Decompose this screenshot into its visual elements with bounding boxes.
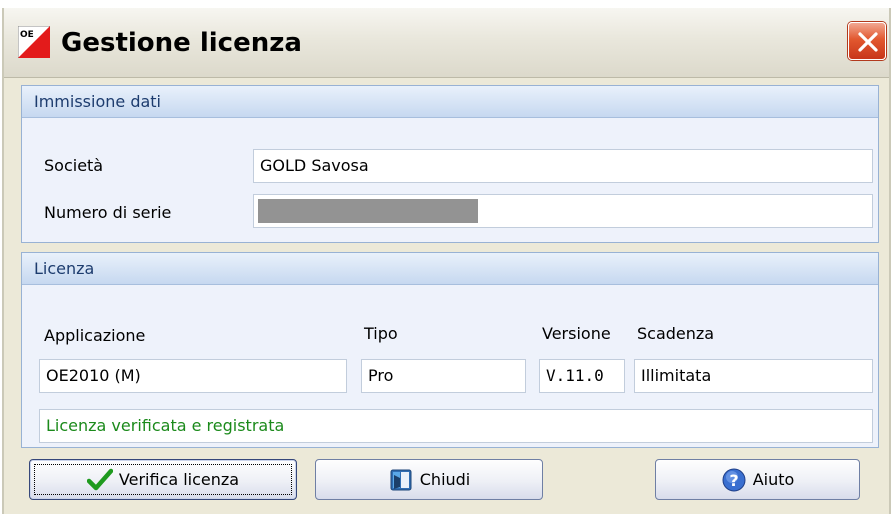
data-entry-group: Immissione dati Società GOLD Savosa Nume…: [21, 85, 879, 243]
company-label: Società: [44, 156, 104, 175]
close-icon: [858, 32, 878, 52]
type-label: Tipo: [364, 324, 398, 343]
help-button-label: Aiuto: [752, 470, 795, 489]
expiry-field: Illimitata: [634, 359, 873, 393]
exit-door-icon: [390, 469, 412, 490]
company-field[interactable]: GOLD Savosa: [253, 149, 873, 183]
oe-logo-icon: OE: [18, 26, 50, 58]
version-label: Versione: [542, 324, 611, 343]
help-icon: ?: [722, 468, 746, 491]
expiry-label: Scadenza: [637, 324, 715, 343]
close-button[interactable]: Chiudi: [315, 459, 543, 500]
verify-license-button[interactable]: Verifica licenza: [29, 459, 297, 500]
close-button-label: Chiudi: [419, 470, 471, 489]
license-group: Licenza Applicazione Tipo Versione Scade…: [21, 252, 879, 448]
help-button[interactable]: ? Aiuto: [655, 459, 860, 500]
application-label: Applicazione: [44, 326, 146, 345]
serial-number-field[interactable]: [253, 194, 873, 228]
svg-text:?: ?: [729, 471, 738, 490]
close-window-button[interactable]: [848, 22, 886, 60]
title-bar: OE Gestione licenza: [4, 8, 889, 78]
version-field: V.11.0: [539, 359, 625, 393]
data-entry-header: Immissione dati: [22, 86, 878, 118]
type-field: Pro: [361, 359, 526, 393]
license-header: Licenza: [22, 253, 878, 285]
window-title: Gestione licenza: [61, 28, 302, 58]
redacted-serial: [258, 199, 478, 223]
oe-logo-text: OE: [20, 30, 34, 40]
serial-number-label: Numero di serie: [44, 203, 172, 222]
focus-rectangle: [34, 464, 292, 495]
license-dialog: OE Gestione licenza Immissione dati Soci…: [2, 8, 891, 514]
license-status-field: Licenza verificata e registrata: [39, 409, 873, 443]
application-field: OE2010 (M): [39, 359, 347, 393]
